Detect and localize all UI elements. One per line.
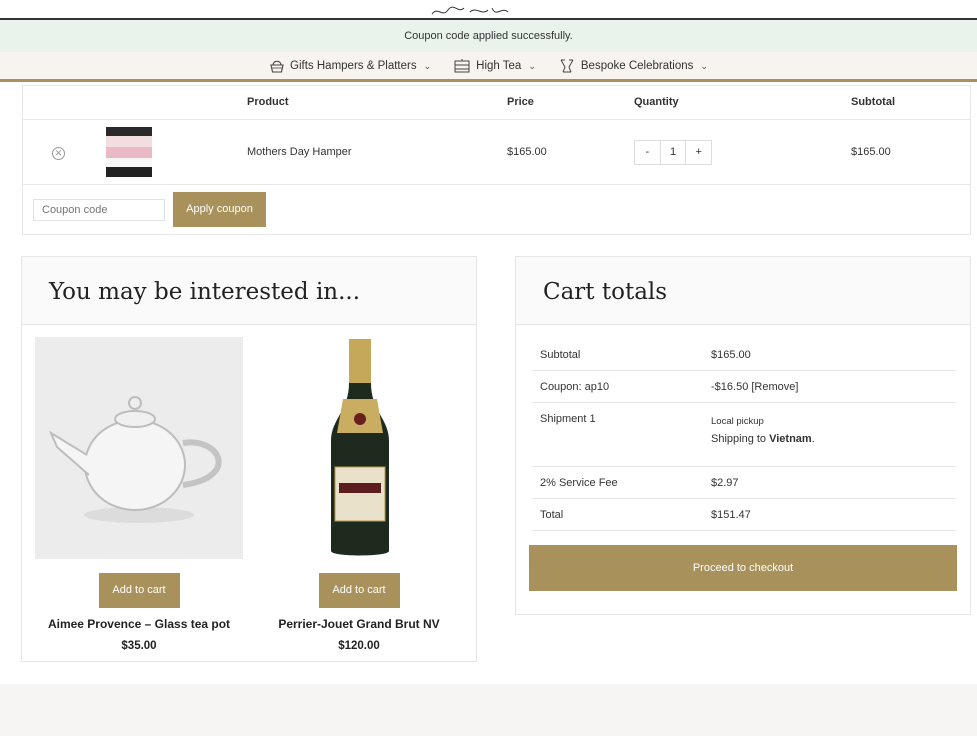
shipping-method: Local pickup: [711, 416, 764, 427]
column-subtotal: Subtotal: [851, 96, 895, 108]
cart-table-header: Product Price Quantity Subtotal: [23, 86, 970, 120]
product-subtotal: $165.00: [851, 146, 891, 158]
chevron-down-icon: ⌄: [423, 60, 432, 71]
apply-coupon-button[interactable]: Apply coupon: [173, 192, 266, 227]
product-name-link[interactable]: Perrier-Jouet Grand Brut NV: [255, 617, 463, 631]
shipping-destination: Shipping to Vietnam.: [711, 433, 815, 445]
cart-table: Product Price Quantity Subtotal ✕ Mother…: [22, 85, 971, 235]
cart-totals-title: Cart totals: [516, 257, 970, 325]
cross-sells-title: You may be interested in...: [22, 257, 476, 325]
product-card: Add to cart Aimee Provence – Glass tea p…: [35, 337, 243, 652]
shipping-to-label: Shipping to: [711, 433, 767, 445]
nav-label: High Tea: [476, 60, 522, 72]
logo-strip: [0, 0, 977, 20]
totals-row-subtotal: Subtotal $165.00: [532, 339, 956, 371]
teapot-icon: [48, 396, 222, 523]
proceed-to-checkout-button[interactable]: Proceed to checkout: [529, 545, 957, 591]
product-price: $165.00: [507, 146, 547, 158]
coupon-value: -$16.50: [711, 381, 749, 393]
add-to-cart-button[interactable]: Add to cart: [98, 573, 180, 608]
cart-totals-panel: Cart totals Subtotal $165.00 Coupon: ap1…: [515, 256, 971, 615]
totals-row-shipping: Shipment 1 Local pickup Shipping to Viet…: [532, 403, 956, 467]
quantity-input[interactable]: 1: [659, 141, 687, 164]
totals-row-fee: 2% Service Fee $2.97: [532, 467, 956, 499]
chevron-down-icon: ⌄: [528, 60, 536, 71]
nav-label: Gifts Hampers & Platters: [290, 60, 417, 72]
service-fee-label: 2% Service Fee: [540, 477, 618, 489]
product-image[interactable]: [35, 337, 243, 559]
coupon-label: Coupon: ap10: [540, 381, 610, 393]
table-row: ✕ Mothers Day Hamper $165.00 - 1 + $165.…: [23, 120, 970, 185]
chevron-down-icon: ⌄: [700, 60, 708, 71]
column-price: Price: [507, 96, 534, 108]
nav-item-bespoke-celebrations[interactable]: Bespoke Celebrations ⌄: [558, 58, 708, 74]
product-price: $35.00: [121, 640, 157, 652]
hamper-icon: [270, 60, 284, 73]
shipping-country: Vietnam: [769, 433, 812, 445]
logo-icon[interactable]: [430, 4, 510, 18]
product-image[interactable]: [255, 337, 463, 559]
quantity-decrease-button[interactable]: -: [635, 141, 660, 164]
service-fee-value: $2.97: [711, 477, 739, 489]
add-to-cart-button[interactable]: Add to cart: [318, 573, 400, 608]
totals-row-coupon: Coupon: ap10 -$16.50 [Remove]: [532, 371, 956, 403]
product-thumbnail[interactable]: [106, 127, 152, 177]
subtotal-label: Subtotal: [540, 349, 581, 361]
main-nav: Gifts Hampers & Platters ⌄ High Tea ⌄ Be…: [0, 52, 977, 80]
nav-label: Bespoke Celebrations: [580, 60, 694, 72]
nav-item-gifts-hampers[interactable]: Gifts Hampers & Platters ⌄: [269, 58, 431, 74]
champagne-bottle-icon: [331, 339, 389, 556]
totals-row-total: Total $151.47: [532, 499, 956, 531]
column-quantity: Quantity: [634, 96, 679, 108]
remove-item-icon[interactable]: ✕: [52, 147, 65, 160]
column-product: Product: [247, 96, 289, 108]
subtotal-value: $165.00: [711, 349, 751, 361]
footer-band: [0, 684, 977, 736]
coupon-notice: Coupon code applied successfully.: [0, 20, 977, 52]
high-tea-icon: [454, 59, 470, 73]
coupon-value-group: -$16.50 [Remove]: [711, 381, 798, 393]
cross-sells-panel: You may be interested in... Add to cart …: [21, 256, 477, 662]
total-label: Total: [540, 509, 564, 521]
glasses-icon: [560, 59, 574, 73]
site-header: Coupon code applied successfully. Gifts …: [0, 0, 977, 82]
quantity-stepper: - 1 +: [634, 140, 712, 165]
quantity-increase-button[interactable]: +: [686, 141, 711, 164]
coupon-code-input[interactable]: [33, 199, 165, 221]
product-name-link[interactable]: Aimee Provence – Glass tea pot: [35, 617, 243, 631]
shipment-label: Shipment 1: [540, 413, 596, 425]
product-card: Add to cart Perrier-Jouet Grand Brut NV …: [255, 337, 463, 652]
remove-coupon-link[interactable]: [Remove]: [751, 381, 798, 393]
product-price: $120.00: [338, 640, 380, 652]
nav-item-high-tea[interactable]: High Tea ⌄: [453, 58, 536, 74]
product-name-link[interactable]: Mothers Day Hamper: [247, 146, 352, 158]
total-value: $151.47: [711, 509, 751, 521]
